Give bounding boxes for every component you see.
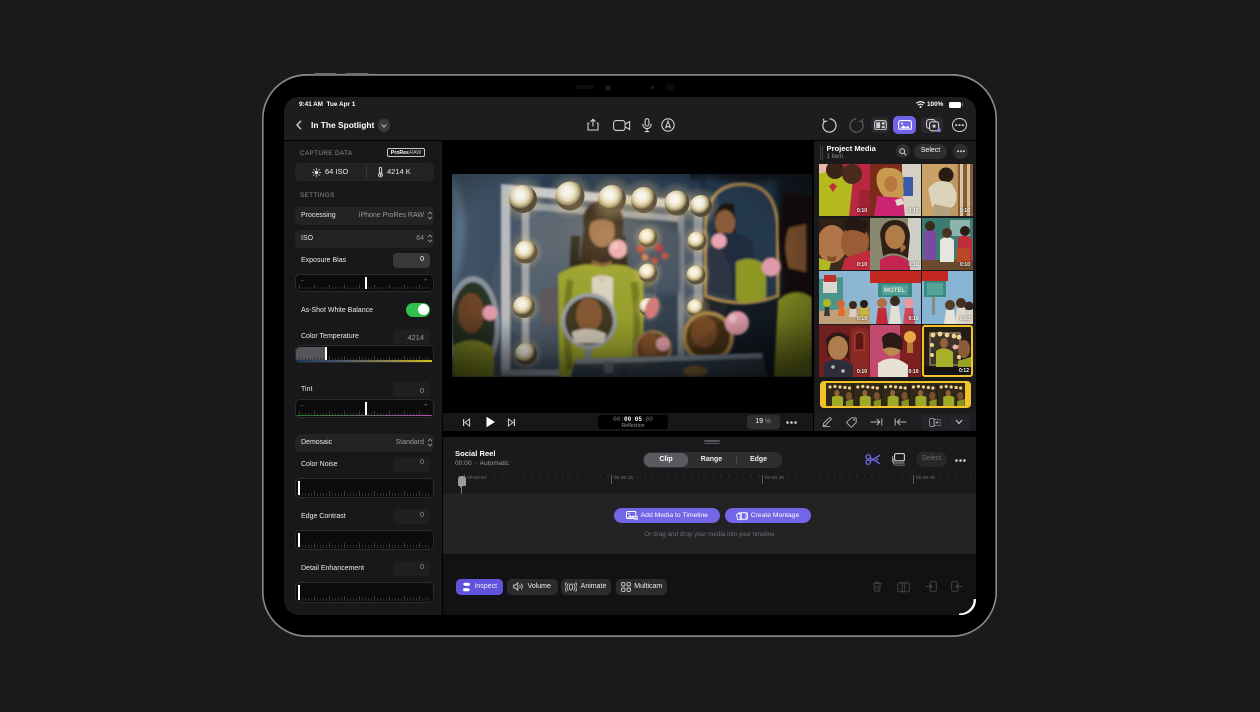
svg-text:MOTEL: MOTEL	[884, 288, 905, 294]
